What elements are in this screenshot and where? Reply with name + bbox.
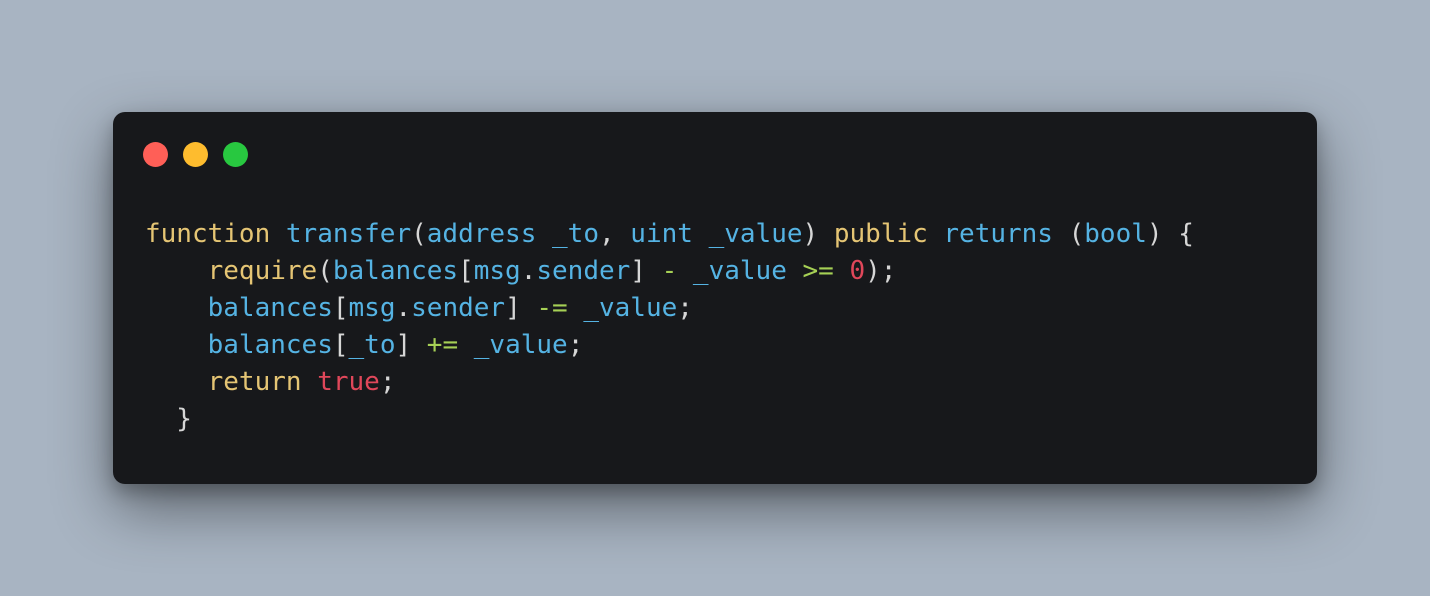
code-token: _to: [348, 330, 396, 360]
code-token: );: [865, 256, 897, 286]
code-line: balances[msg.sender] -= _value;: [145, 290, 1194, 327]
code-token: [: [332, 330, 349, 360]
code-token: ): [802, 219, 834, 249]
code-token: msg: [348, 293, 396, 323]
code-window: function transfer(address _to, uint _val…: [113, 112, 1317, 484]
code-line: function transfer(address _to, uint _val…: [145, 216, 1194, 253]
code-token: _value: [583, 293, 678, 323]
close-dot-icon[interactable]: [143, 142, 168, 167]
code-token: (: [317, 256, 333, 286]
code-token: function: [145, 219, 271, 249]
code-token: 0: [849, 256, 866, 286]
code-line: balances[_to] += _value;: [145, 327, 1194, 364]
code-token: public: [833, 219, 928, 249]
code-token: true: [317, 367, 380, 397]
code-token: sender: [536, 256, 631, 286]
code-token: [: [332, 293, 349, 323]
code-token: [: [458, 256, 474, 286]
code-token: (: [1052, 219, 1085, 249]
code-token: _value: [708, 219, 803, 249]
code-token: ) {: [1146, 219, 1194, 249]
code-token: ]: [505, 293, 537, 323]
code-token: bool: [1084, 219, 1147, 249]
code-token: .: [520, 256, 537, 286]
code-line: require(balances[msg.sender] - _value >=…: [145, 253, 1194, 290]
code-token: address: [426, 219, 537, 249]
code-token: sender: [411, 293, 506, 323]
code-token: +=: [426, 330, 459, 360]
code-token: (: [411, 219, 427, 249]
code-line: return true;: [145, 364, 1194, 401]
code-token: msg: [473, 256, 521, 286]
code-token: ;: [567, 330, 584, 360]
code-token: balances: [207, 330, 333, 360]
code-token: transfer: [285, 219, 412, 249]
code-token: returns: [943, 219, 1053, 249]
code-line: }: [145, 401, 1194, 438]
zoom-dot-icon[interactable]: [223, 142, 248, 167]
code-token: require: [207, 256, 318, 286]
code-block: function transfer(address _to, uint _val…: [145, 216, 1194, 438]
code-token: ]: [630, 256, 662, 286]
code-token: ,: [598, 219, 631, 249]
minimize-dot-icon[interactable]: [183, 142, 208, 167]
code-token: _value: [473, 330, 568, 360]
code-token: _value: [692, 256, 787, 286]
code-token: balances: [332, 256, 459, 286]
code-token: uint: [630, 219, 693, 249]
code-token: -=: [536, 293, 568, 323]
code-token: -: [661, 256, 678, 286]
code-token: return: [207, 367, 302, 397]
code-token: }: [145, 404, 192, 434]
code-token: ;: [379, 367, 396, 397]
code-token: _to: [552, 219, 599, 249]
window-controls: [143, 142, 248, 167]
code-token: ]: [395, 330, 427, 360]
code-token: balances: [207, 293, 333, 323]
code-token: >=: [802, 256, 834, 286]
code-token: .: [395, 293, 412, 323]
code-token: ;: [677, 293, 693, 323]
